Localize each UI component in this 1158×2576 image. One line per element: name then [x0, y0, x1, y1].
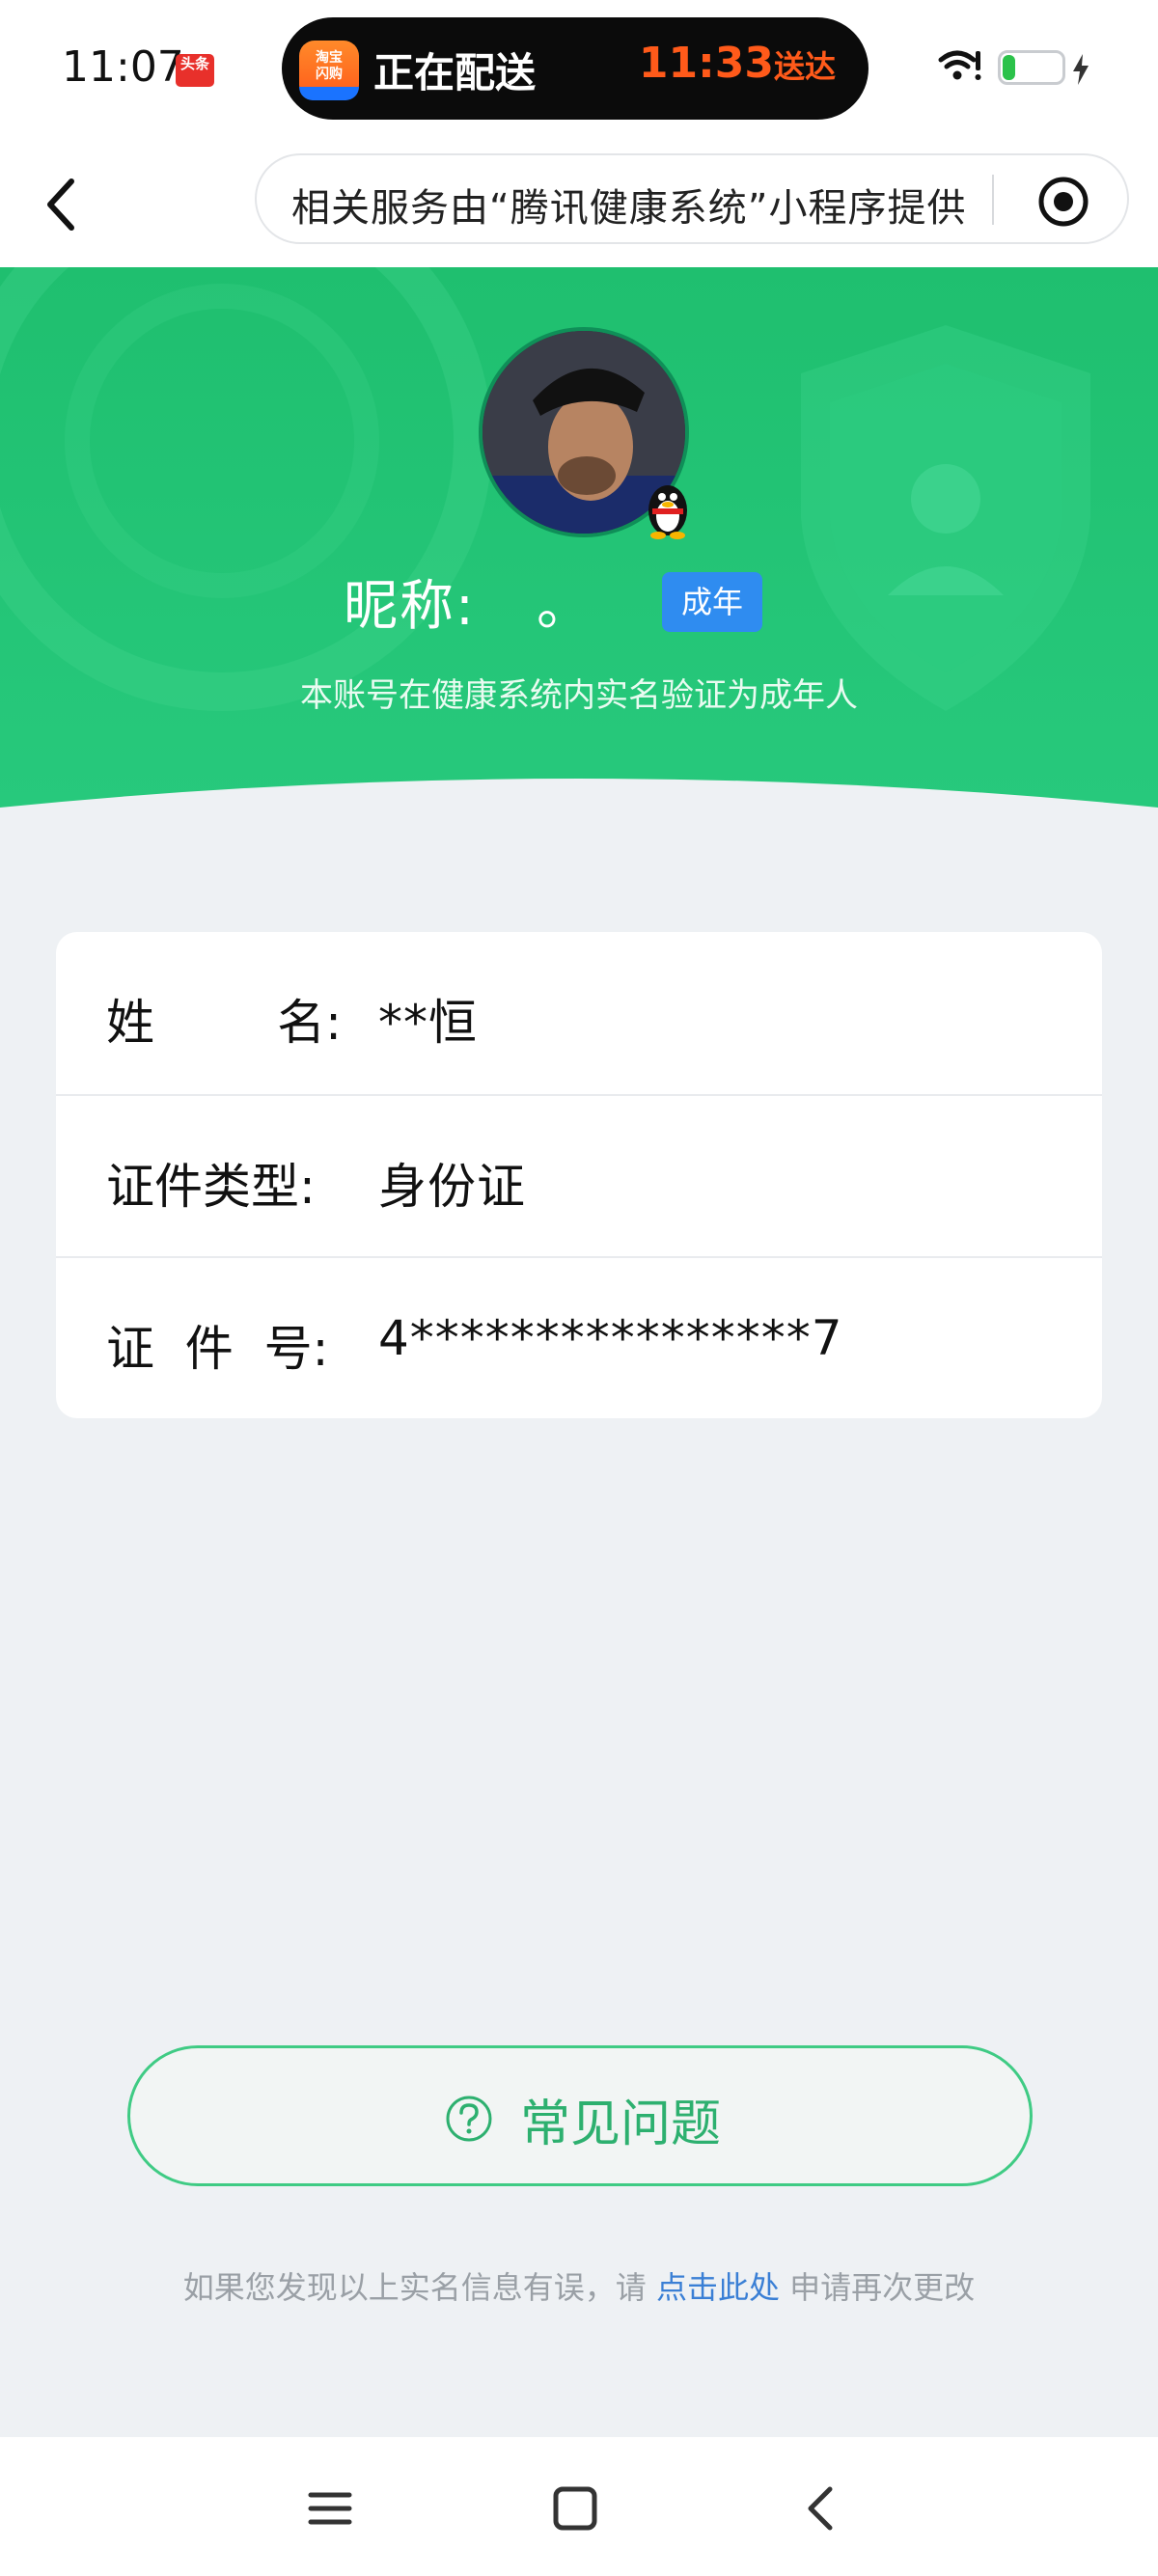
correction-link[interactable]: 点击此处	[656, 2269, 780, 2306]
capsule-provider-text: 相关服务由“腾讯健康系统”小程序提供	[291, 186, 967, 231]
question-circle-icon	[446, 2096, 492, 2142]
faq-label: 常见问题	[520, 2096, 722, 2153]
dynamic-island-delivery[interactable]: 淘宝闪购 正在配送 11:33送达	[282, 17, 868, 120]
delivery-eta-time: 11:33	[638, 39, 774, 88]
id-number-label: 证 件 号:	[106, 1321, 329, 1377]
name-label: 姓 名:	[106, 995, 342, 1051]
verification-subtitle: 本账号在健康系统内实名验证为成年人	[300, 676, 858, 715]
nickname-value: 。	[537, 575, 591, 638]
id-type-value: 身份证	[378, 1159, 526, 1215]
wifi-icon	[938, 50, 981, 80]
delivery-status-title: 正在配送	[373, 49, 537, 96]
id-number-value: 4****************7	[378, 1310, 843, 1366]
capsule-divider	[992, 175, 994, 225]
toutiao-badge-text: 头条	[179, 55, 209, 72]
toutiao-app-icon: 头条	[176, 54, 214, 87]
taobao-flash-app-icon: 淘宝闪购	[299, 41, 359, 100]
qq-penguin-icon	[648, 485, 687, 539]
back-arrow-icon[interactable]	[793, 2480, 851, 2537]
battery-icon: 22	[998, 50, 1065, 85]
faq-button[interactable]: 常见问题	[127, 2045, 1033, 2186]
nav-bar: 相关服务由“腾讯健康系统”小程序提供	[0, 140, 1158, 267]
nickname-label: 昵称:	[344, 575, 476, 638]
battery-level: 22	[1015, 54, 1048, 81]
home-square-icon[interactable]	[546, 2480, 604, 2537]
status-bar: 11:07 头条 淘宝闪购 正在配送 11:33送达 22	[0, 0, 1158, 140]
delivery-eta: 11:33送达	[639, 39, 836, 88]
record-target-icon[interactable]	[1036, 175, 1090, 229]
info-row-id-type: 证件类型: 身份证	[56, 1094, 1102, 1258]
mini-program-capsule[interactable]: 相关服务由“腾讯健康系统”小程序提供	[255, 153, 1129, 244]
delivery-eta-suffix: 送达	[773, 48, 836, 85]
info-row-name: 姓 名: **恒	[56, 932, 1102, 1094]
back-chevron-icon[interactable]	[39, 174, 89, 235]
correction-note-suffix: 申请再次更改	[789, 2269, 976, 2306]
id-type-label: 证件类型:	[106, 1159, 316, 1215]
island-app-icon-text: 淘宝闪购	[316, 50, 343, 82]
correction-note-prefix: 如果您发现以上实名信息有误，请	[182, 2269, 647, 2306]
system-navigation-bar	[0, 2437, 1158, 2576]
adult-status-badge: 成年	[662, 572, 762, 632]
info-row-id-number: 证 件 号: 4****************7	[56, 1256, 1102, 1418]
identity-info-card: 姓 名: **恒 证件类型: 身份证 证 件 号: 4*************…	[56, 932, 1102, 1418]
menu-icon[interactable]	[301, 2480, 359, 2537]
name-value: **恒	[378, 995, 478, 1051]
correction-note: 如果您发现以上实名信息有误，请 点击此处 申请再次更改	[0, 2263, 1158, 2308]
charging-bolt-icon	[1073, 54, 1089, 85]
status-time: 11:07	[62, 42, 184, 92]
profile-hero: 昵称: 。 成年 本账号在健康系统内实名验证为成年人	[0, 267, 1158, 865]
